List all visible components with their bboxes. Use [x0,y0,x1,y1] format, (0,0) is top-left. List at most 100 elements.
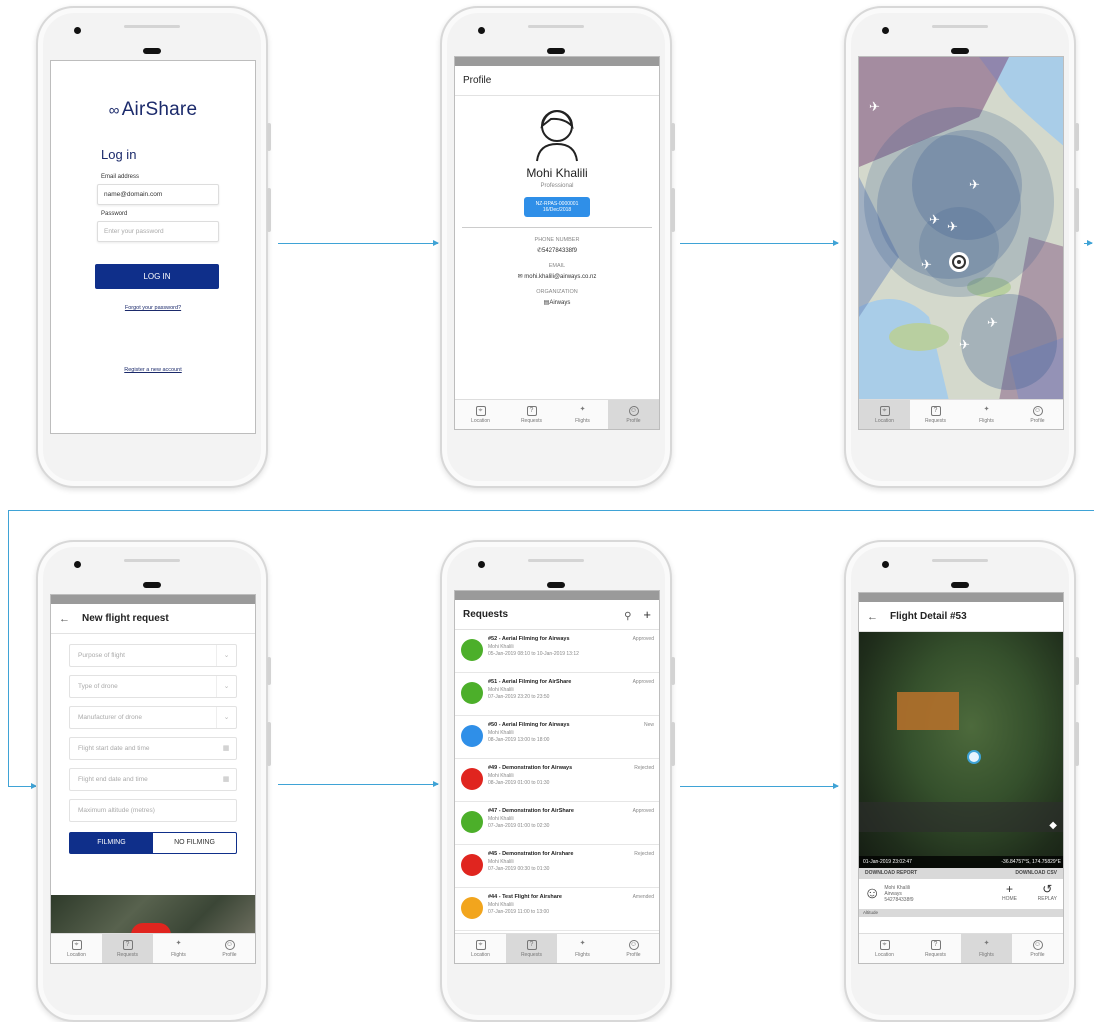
flow-arrow-6 [680,783,839,789]
nav-profile[interactable]: ☺ Profile [1012,400,1063,429]
page-title: Flight Detail #53 [890,611,967,622]
flow-arrow-3 [1084,240,1093,246]
download-report-button[interactable]: DOWNLOAD REPORT [865,868,917,879]
list-item[interactable]: #45 - Demonstration for Airshare Mohi Kha… [455,845,659,888]
nav-profile[interactable]: ☺ Profile [608,400,659,429]
nav-location[interactable]: ⌖ Location [455,934,506,963]
email-field[interactable]: name@domain.com [97,184,219,205]
nav-flights[interactable]: ✦ Flights [961,934,1012,963]
request-title: #52 - Aerial Filming for Airways [488,636,570,642]
nav-location[interactable]: ⌖ Location [859,934,910,963]
bottom-nav: ⌖ Location ? Requests ✦ Flights ☺ Profile [455,399,659,429]
add-icon[interactable]: + [643,607,651,622]
list-item[interactable]: #52 - Aerial Filming for Airways Mohi Kha… [455,630,659,673]
email-label: EMAIL [548,263,566,269]
nav-flights[interactable]: ✦ Flights [153,934,204,963]
aircraft-icon: ✈ [959,337,970,352]
request-time: 07-Jan-2019 00:30 to 01:30 [488,866,550,872]
nav-profile[interactable]: ☺ Profile [204,934,255,963]
list-item[interactable]: #44 - Test Flight for Airshare Mohi Khali… [455,888,659,931]
pilot-row: ☺ Mohi Khalili Airways 542784338f9 + HOME… [859,879,1063,909]
manufacturer-select[interactable]: Manufacturer of drone ⌄ [69,706,237,729]
request-title: #47 - Demonstration for AirShare [488,808,574,814]
register-link[interactable]: Register a new account [51,367,255,373]
drone-avatar-icon [461,811,483,833]
no-filming-option[interactable]: NO FILMING [153,833,236,853]
nav-location[interactable]: ⌖ Location [859,400,910,429]
nav-requests[interactable]: ? Requests [506,400,557,429]
page-title: New flight request [82,613,169,624]
list-item[interactable]: #51 - Aerial Filming for AirShare Mohi Kh… [455,673,659,716]
request-time: 05-Jan-2019 08:10 to 10-Jan-2019 13:12 [488,651,579,657]
power-button [1075,123,1079,151]
nav-flights[interactable]: ✦ Flights [961,400,1012,429]
request-text: #52 - Aerial Filming for Airways Mohi Kha… [488,636,579,657]
drone-type-select[interactable]: Type of drone ⌄ [69,675,237,698]
nav-profile[interactable]: ☺ Profile [608,934,659,963]
request-title: #51 - Aerial Filming for AirShare [488,679,572,685]
nav-flights[interactable]: ✦ Flights [557,934,608,963]
status-badge: New [643,722,654,728]
airshare-logo: ∞ AirShare [108,99,198,120]
list-item[interactable]: #49 - Demonstration for Airways Mohi Khal… [455,759,659,802]
password-field[interactable]: Enter your password [97,221,219,242]
replay-action[interactable]: ↺ REPLAY [1038,882,1057,902]
nav-requests[interactable]: ? Requests [910,934,961,963]
end-datetime-field[interactable]: Flight end date and time ▦ [69,768,237,791]
request-user: Mohi Khalili [488,644,514,650]
request-title: #44 - Test Flight for Airshare [488,894,562,900]
status-bar [455,591,659,600]
list-item[interactable]: #47 - Demonstration for AirShare Mohi Kha… [455,802,659,845]
start-datetime-field[interactable]: Flight start date and time ▦ [69,737,237,760]
speaker [143,582,161,588]
bottom-nav: ⌖ Location ? Requests ✦ Flights ☺ Profile [455,933,659,963]
filming-toggle[interactable]: FILMING NO FILMING [69,832,237,854]
aircraft-icon: ✈ [869,99,880,114]
download-csv-button[interactable]: DOWNLOAD CSV [1015,868,1057,879]
nav-requests[interactable]: ? Requests [506,934,557,963]
aircraft-icon: ✈ [947,219,958,234]
list-item[interactable]: #50 - Aerial Filming for Airways Mohi Kha… [455,716,659,759]
location-icon: ⌖ [71,939,82,950]
volume-button [1075,722,1079,766]
drone-avatar-icon [461,897,483,919]
map-preview[interactable] [51,895,255,935]
requests-icon: ? [526,405,537,416]
replay-icon: ↺ [1042,882,1053,896]
nav-location[interactable]: ⌖ Location [51,934,102,963]
flight-map[interactable]: ◆ 01-Jan-2019 23:02:47 -36.84757°S, 174.… [859,632,1063,868]
nav-requests[interactable]: ? Requests [910,400,961,429]
phone-value: ✆542784338f9 [536,248,578,254]
earpiece [932,25,988,28]
speaker [143,48,161,54]
profile-role: Professional [540,183,574,189]
drone-avatar-icon [461,682,483,704]
filming-option[interactable]: FILMING [70,833,153,853]
nav-profile[interactable]: ☺ Profile [1012,934,1063,963]
pilot-phone: 542784338f9 [884,897,914,903]
drone-avatar-icon [461,639,483,661]
home-action[interactable]: + HOME [1002,882,1017,902]
nav-requests[interactable]: ? Requests [102,934,153,963]
max-altitude-field[interactable]: Maximum altitude (metres) [69,799,237,822]
nav-location[interactable]: ⌖ Location [455,400,506,429]
request-time: 08-Jan-2019 01:00 to 01:30 [488,780,550,786]
purpose-select[interactable]: Purpose of flight ⌄ [69,644,237,667]
map-info-bar: 01-Jan-2019 23:02:47 -36.84757°S, 174.75… [859,856,1063,868]
nav-flights[interactable]: ✦ Flights [557,400,608,429]
airspace-map[interactable]: ✈ ✈ ✈ ✈ ✈ ✈ ✈ [859,57,1063,401]
back-arrow-icon[interactable]: ← [59,613,70,625]
phone-flight-detail: ← Flight Detail #53 ◆ 01-Jan-2019 23:02:4… [844,540,1079,1022]
earpiece [124,559,180,562]
forgot-password-link[interactable]: Forgot your password? [51,305,255,311]
organization-value: ▤Airways [543,300,571,306]
app-bar: Profile [455,66,659,96]
back-arrow-icon[interactable]: ← [867,611,878,623]
profile-icon: ☺ [1032,939,1043,950]
app-bar: ← New flight request [51,604,255,634]
road-overlay [859,802,1063,832]
phone-flight-request: ← New flight request Purpose of flight ⌄ T… [36,540,271,1022]
login-button[interactable]: LOG IN [95,264,219,289]
layers-icon[interactable]: ◆ [1049,820,1057,831]
search-icon[interactable]: ⚲ [624,611,631,622]
